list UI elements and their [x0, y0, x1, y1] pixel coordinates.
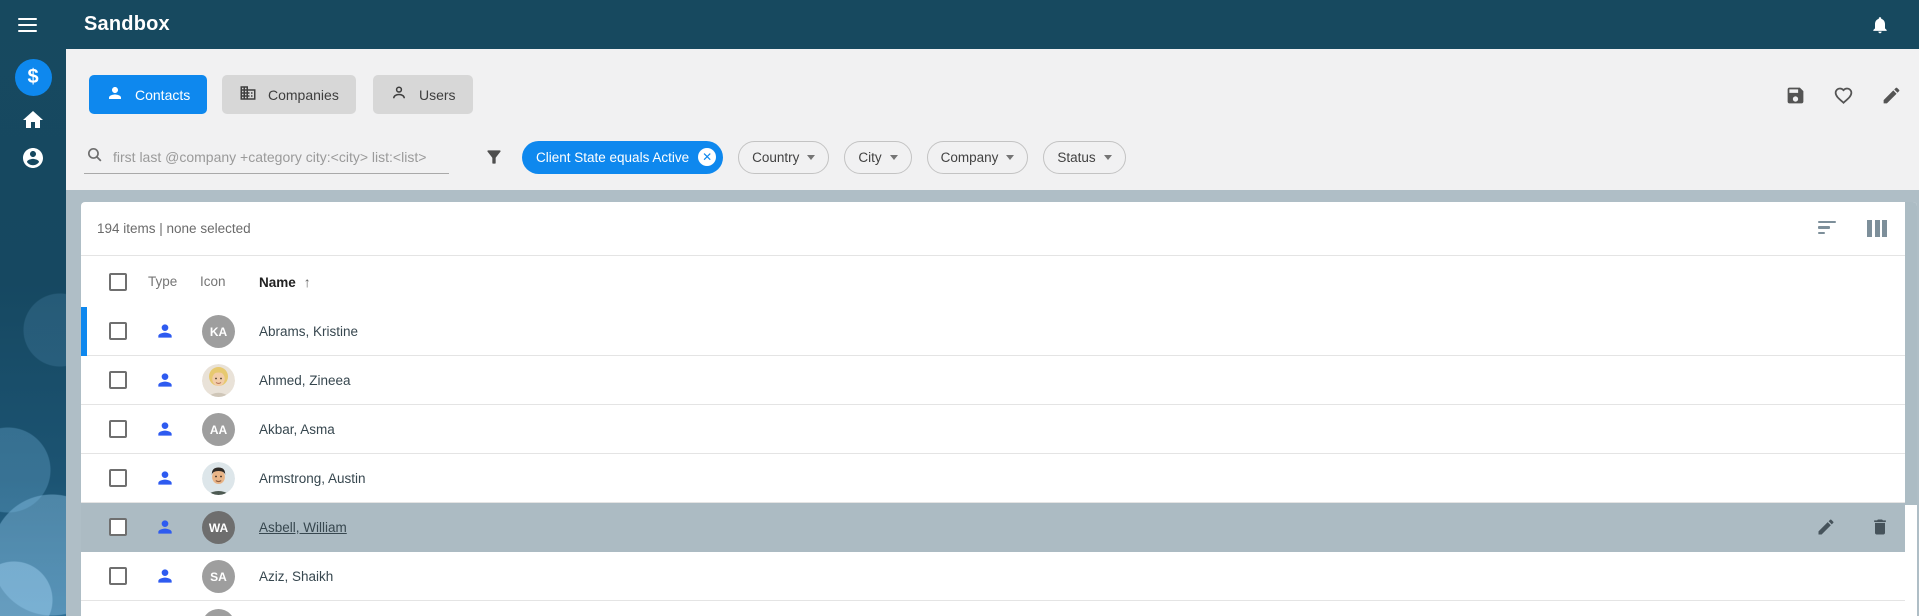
chip-status-label: Status — [1057, 149, 1096, 165]
row-checkbox[interactable] — [109, 322, 127, 340]
account-circle-icon — [21, 146, 45, 175]
column-header-type: Type — [148, 274, 178, 289]
table-toolbar: 194 items | none selected — [81, 202, 1917, 255]
sidebar-item-billing[interactable]: $ — [0, 59, 66, 96]
chip-company-dropdown[interactable]: Company — [926, 140, 1029, 174]
person-icon — [106, 84, 124, 105]
sidebar-item-home[interactable] — [0, 110, 66, 134]
contact-type-person-icon — [155, 419, 175, 444]
contact-name-link[interactable]: Ahmed, Zineea — [259, 373, 351, 388]
table-row[interactable]: WA Asbell, William — [81, 503, 1905, 552]
chevron-down-icon — [807, 155, 816, 160]
contact-name-link[interactable]: Akbar, Asma — [259, 422, 335, 437]
table-row[interactable]: KA Abrams, Kristine — [81, 307, 1905, 356]
filter-chips: Client State equals Active ✕ Country Cit… — [522, 140, 1126, 174]
row-edit-pencil-icon[interactable] — [1815, 516, 1837, 538]
contact-type-person-icon — [155, 370, 175, 395]
search-input[interactable] — [113, 148, 433, 165]
contact-name-link[interactable]: Abrams, Kristine — [259, 324, 358, 339]
row-actions — [1815, 516, 1891, 538]
table-header-row: Type Icon Name ↑ — [81, 255, 1917, 307]
topbar: Sandbox — [66, 0, 1919, 49]
columns-icon[interactable] — [1866, 217, 1888, 239]
chip-status-dropdown[interactable]: Status — [1043, 140, 1126, 174]
save-icon[interactable] — [1784, 84, 1806, 106]
contact-name-link[interactable]: Aziz, Shaikh — [259, 569, 333, 584]
search-box — [84, 140, 449, 174]
table-row[interactable]: SA Aziz, Shaikh — [81, 552, 1905, 601]
avatar: KA — [202, 315, 235, 348]
vertical-scrollbar-thumb[interactable] — [1905, 202, 1917, 505]
filter-row: Client State equals Active ✕ Country Cit… — [66, 140, 1919, 174]
column-header-icon: Icon — [200, 274, 226, 289]
chip-label: Client State equals Active — [536, 149, 690, 165]
avatar — [202, 462, 235, 495]
chip-city-label: City — [858, 149, 882, 165]
avatar — [202, 609, 235, 616]
heart-icon[interactable] — [1832, 84, 1854, 106]
home-icon — [21, 108, 45, 137]
dollar-icon: $ — [14, 59, 52, 96]
circle-x-icon[interactable]: ✕ — [698, 148, 717, 166]
table-viewport: 194 items | none selected Type Icon Name… — [66, 190, 1919, 616]
table-row-partial[interactable] — [81, 601, 1905, 616]
tab-companies-label: Companies — [268, 86, 339, 103]
items-summary: 194 items | none selected — [97, 221, 251, 236]
column-header-name-label: Name — [259, 274, 296, 290]
tab-companies[interactable]: Companies — [222, 75, 356, 114]
contact-type-person-icon — [155, 517, 175, 542]
tab-users-label: Users — [419, 86, 456, 103]
contact-type-person-icon — [155, 468, 175, 493]
chip-country-label: Country — [752, 149, 800, 165]
avatar: SA — [202, 560, 235, 593]
sidebar-item-account[interactable] — [0, 146, 66, 175]
table-row[interactable]: Armstrong, Austin — [81, 454, 1905, 503]
chevron-down-icon — [889, 155, 898, 160]
pencil-icon[interactable] — [1880, 84, 1902, 106]
chip-client-state-active[interactable]: Client State equals Active ✕ — [522, 140, 724, 174]
column-header-name[interactable]: Name ↑ — [259, 274, 311, 290]
avatar: WA — [202, 511, 235, 544]
row-delete-trash-icon[interactable] — [1869, 516, 1891, 538]
sort-ascending-arrow-icon: ↑ — [303, 274, 311, 290]
selected-row-indicator — [81, 307, 87, 356]
chip-city-dropdown[interactable]: City — [844, 140, 912, 174]
avatar — [202, 364, 235, 397]
chevron-down-icon — [1103, 155, 1112, 160]
row-checkbox[interactable] — [109, 567, 127, 585]
select-all-checkbox[interactable] — [109, 273, 127, 291]
contact-name-link[interactable]: Armstrong, Austin — [259, 471, 366, 486]
app-screen: $ Sandbox Contacts Companies Users first… — [0, 0, 1919, 616]
chevron-down-icon — [1006, 155, 1015, 160]
chip-country-dropdown[interactable]: Country — [738, 140, 830, 174]
row-checkbox[interactable] — [109, 420, 127, 438]
building-icon — [239, 84, 257, 105]
hamburger-menu-icon[interactable] — [18, 18, 37, 33]
row-checkbox[interactable] — [109, 371, 127, 389]
tab-contacts[interactable]: Contacts — [89, 75, 208, 114]
tab-users[interactable]: Users — [373, 75, 473, 114]
table-row[interactable]: AA Akbar, Asma — [81, 405, 1905, 454]
search-icon — [84, 146, 103, 168]
main-content: Contacts Companies Users first last @com… — [66, 49, 1919, 616]
tab-contacts-label: Contacts — [135, 86, 191, 103]
avatar: AA — [202, 413, 235, 446]
funnel-icon[interactable] — [483, 146, 505, 168]
view-actions — [1784, 84, 1902, 106]
results-card: 194 items | none selected Type Icon Name… — [81, 202, 1917, 616]
row-checkbox[interactable] — [109, 469, 127, 487]
notifications-bell-icon[interactable] — [1870, 14, 1890, 36]
chip-company-label: Company — [940, 149, 999, 165]
sidebar: $ — [0, 0, 66, 616]
row-checkbox[interactable] — [109, 518, 127, 536]
sort-icon[interactable] — [1816, 218, 1838, 240]
table-body: KA Abrams, Kristine Ahmed, Zineea AA Akbar, … — [81, 307, 1917, 616]
table-row[interactable]: Ahmed, Zineea — [81, 356, 1905, 405]
contact-type-person-icon — [155, 321, 175, 346]
person-outline-icon — [390, 84, 408, 105]
page-title: Sandbox — [84, 13, 170, 35]
contact-name-link[interactable]: Asbell, William — [259, 520, 347, 535]
contact-type-person-icon — [155, 566, 175, 591]
